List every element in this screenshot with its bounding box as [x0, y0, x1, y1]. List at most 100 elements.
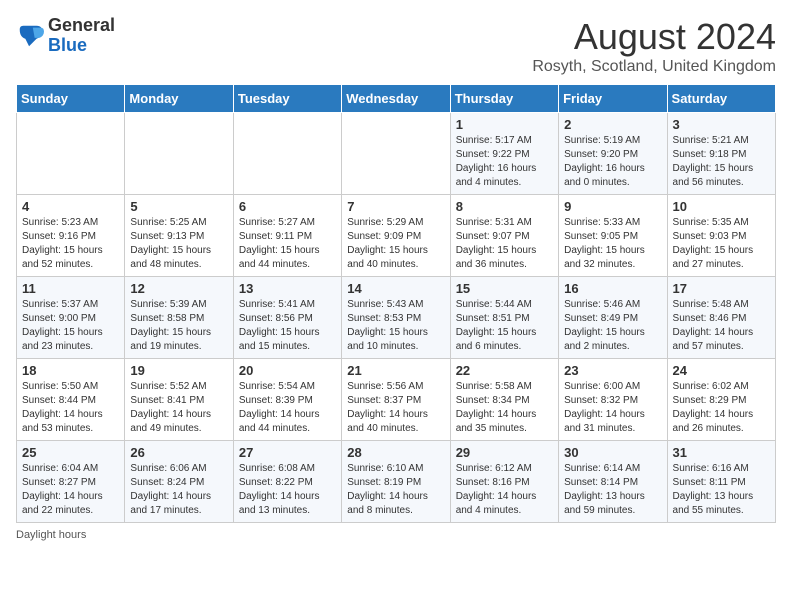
day-info: Sunrise: 5:27 AM Sunset: 9:11 PM Dayligh…: [239, 216, 336, 272]
day-info: Sunrise: 5:52 AM Sunset: 8:41 PM Dayligh…: [130, 380, 227, 436]
day-number: 23: [564, 363, 661, 378]
day-info: Sunrise: 6:02 AM Sunset: 8:29 PM Dayligh…: [673, 380, 770, 436]
calendar-cell: 11 Sunrise: 5:37 AM Sunset: 9:00 PM Dayli…: [17, 277, 125, 359]
calendar-header-row: SundayMondayTuesdayWednesdayThursdayFrid…: [17, 85, 776, 113]
day-number: 20: [239, 363, 336, 378]
calendar-cell: 4 Sunrise: 5:23 AM Sunset: 9:16 PM Daylig…: [17, 195, 125, 277]
day-info: Sunrise: 5:50 AM Sunset: 8:44 PM Dayligh…: [22, 380, 119, 436]
day-info: Sunrise: 6:06 AM Sunset: 8:24 PM Dayligh…: [130, 462, 227, 518]
day-number: 1: [456, 117, 553, 132]
day-number: 10: [673, 199, 770, 214]
calendar-cell: 9 Sunrise: 5:33 AM Sunset: 9:05 PM Daylig…: [559, 195, 667, 277]
calendar-week-row: 11 Sunrise: 5:37 AM Sunset: 9:00 PM Dayli…: [17, 277, 776, 359]
day-number: 27: [239, 445, 336, 460]
day-info: Sunrise: 5:39 AM Sunset: 8:58 PM Dayligh…: [130, 298, 227, 354]
day-info: Sunrise: 5:44 AM Sunset: 8:51 PM Dayligh…: [456, 298, 553, 354]
day-info: Sunrise: 5:31 AM Sunset: 9:07 PM Dayligh…: [456, 216, 553, 272]
day-number: 12: [130, 281, 227, 296]
calendar-week-row: 18 Sunrise: 5:50 AM Sunset: 8:44 PM Dayli…: [17, 359, 776, 441]
calendar-week-row: 4 Sunrise: 5:23 AM Sunset: 9:16 PM Daylig…: [17, 195, 776, 277]
calendar-cell: 12 Sunrise: 5:39 AM Sunset: 8:58 PM Dayli…: [125, 277, 233, 359]
day-info: Sunrise: 5:56 AM Sunset: 8:37 PM Dayligh…: [347, 380, 444, 436]
day-number: 3: [673, 117, 770, 132]
day-number: 31: [673, 445, 770, 460]
day-info: Sunrise: 5:35 AM Sunset: 9:03 PM Dayligh…: [673, 216, 770, 272]
day-number: 19: [130, 363, 227, 378]
calendar-cell: 15 Sunrise: 5:44 AM Sunset: 8:51 PM Dayli…: [450, 277, 558, 359]
calendar-cell: 25Sunrise: 6:04 AM Sunset: 8:27 PM Dayli…: [17, 441, 125, 523]
logo-icon: [16, 22, 44, 50]
calendar-cell: 7 Sunrise: 5:29 AM Sunset: 9:09 PM Daylig…: [342, 195, 450, 277]
calendar-cell: [233, 113, 341, 195]
calendar-cell: 21 Sunrise: 5:56 AM Sunset: 8:37 PM Dayli…: [342, 359, 450, 441]
day-number: 15: [456, 281, 553, 296]
day-info: Sunrise: 5:43 AM Sunset: 8:53 PM Dayligh…: [347, 298, 444, 354]
day-info: Sunrise: 6:12 AM Sunset: 8:16 PM Dayligh…: [456, 462, 553, 518]
calendar-cell: 3Sunrise: 5:21 AM Sunset: 9:18 PM Daylig…: [667, 113, 775, 195]
calendar-cell: 17 Sunrise: 5:48 AM Sunset: 8:46 PM Dayli…: [667, 277, 775, 359]
day-number: 4: [22, 199, 119, 214]
calendar-cell: 29 Sunrise: 6:12 AM Sunset: 8:16 PM Dayli…: [450, 441, 558, 523]
calendar-week-row: 1 Sunrise: 5:17 AM Sunset: 9:22 PM Daylig…: [17, 113, 776, 195]
day-number: 16: [564, 281, 661, 296]
day-header-sunday: Sunday: [17, 85, 125, 113]
day-number: 9: [564, 199, 661, 214]
calendar-cell: 14 Sunrise: 5:43 AM Sunset: 8:53 PM Dayli…: [342, 277, 450, 359]
day-number: 14: [347, 281, 444, 296]
calendar-cell: 13Sunrise: 5:41 AM Sunset: 8:56 PM Dayli…: [233, 277, 341, 359]
day-number: 7: [347, 199, 444, 214]
day-number: 26: [130, 445, 227, 460]
calendar-cell: [17, 113, 125, 195]
calendar-title: August 2024: [532, 16, 776, 58]
day-number: 22: [456, 363, 553, 378]
day-info: Sunrise: 5:19 AM Sunset: 9:20 PM Dayligh…: [564, 134, 661, 190]
day-number: 2: [564, 117, 661, 132]
calendar-cell: 26 Sunrise: 6:06 AM Sunset: 8:24 PM Dayli…: [125, 441, 233, 523]
day-info: Sunrise: 6:10 AM Sunset: 8:19 PM Dayligh…: [347, 462, 444, 518]
day-header-tuesday: Tuesday: [233, 85, 341, 113]
day-number: 25: [22, 445, 119, 460]
calendar-cell: 16 Sunrise: 5:46 AM Sunset: 8:49 PM Dayli…: [559, 277, 667, 359]
calendar-table: SundayMondayTuesdayWednesdayThursdayFrid…: [16, 84, 776, 523]
day-info: Sunrise: 5:33 AM Sunset: 9:05 PM Dayligh…: [564, 216, 661, 272]
footer: Daylight hours: [16, 529, 776, 541]
day-number: 18: [22, 363, 119, 378]
calendar-cell: 22 Sunrise: 5:58 AM Sunset: 8:34 PM Dayli…: [450, 359, 558, 441]
day-info: Sunrise: 5:48 AM Sunset: 8:46 PM Dayligh…: [673, 298, 770, 354]
logo-blue-text: Blue: [48, 35, 87, 55]
calendar-cell: 30 Sunrise: 6:14 AM Sunset: 8:14 PM Dayli…: [559, 441, 667, 523]
day-number: 30: [564, 445, 661, 460]
day-info: Sunrise: 5:23 AM Sunset: 9:16 PM Dayligh…: [22, 216, 119, 272]
day-info: Sunrise: 5:17 AM Sunset: 9:22 PM Dayligh…: [456, 134, 553, 190]
calendar-cell: 24Sunrise: 6:02 AM Sunset: 8:29 PM Dayli…: [667, 359, 775, 441]
day-info: Sunrise: 6:08 AM Sunset: 8:22 PM Dayligh…: [239, 462, 336, 518]
day-number: 29: [456, 445, 553, 460]
calendar-cell: 20 Sunrise: 5:54 AM Sunset: 8:39 PM Dayli…: [233, 359, 341, 441]
day-info: Sunrise: 5:29 AM Sunset: 9:09 PM Dayligh…: [347, 216, 444, 272]
calendar-cell: 6 Sunrise: 5:27 AM Sunset: 9:11 PM Daylig…: [233, 195, 341, 277]
calendar-cell: 18 Sunrise: 5:50 AM Sunset: 8:44 PM Dayli…: [17, 359, 125, 441]
day-header-monday: Monday: [125, 85, 233, 113]
calendar-week-row: 25Sunrise: 6:04 AM Sunset: 8:27 PM Dayli…: [17, 441, 776, 523]
day-number: 13: [239, 281, 336, 296]
day-info: Sunrise: 5:54 AM Sunset: 8:39 PM Dayligh…: [239, 380, 336, 436]
day-number: 5: [130, 199, 227, 214]
day-info: Sunrise: 5:37 AM Sunset: 9:00 PM Dayligh…: [22, 298, 119, 354]
day-header-wednesday: Wednesday: [342, 85, 450, 113]
calendar-cell: 19 Sunrise: 5:52 AM Sunset: 8:41 PM Dayli…: [125, 359, 233, 441]
day-number: 17: [673, 281, 770, 296]
day-number: 28: [347, 445, 444, 460]
day-number: 6: [239, 199, 336, 214]
day-number: 11: [22, 281, 119, 296]
day-info: Sunrise: 5:46 AM Sunset: 8:49 PM Dayligh…: [564, 298, 661, 354]
day-number: 8: [456, 199, 553, 214]
day-info: Sunrise: 6:14 AM Sunset: 8:14 PM Dayligh…: [564, 462, 661, 518]
day-info: Sunrise: 6:00 AM Sunset: 8:32 PM Dayligh…: [564, 380, 661, 436]
calendar-cell: [125, 113, 233, 195]
calendar-cell: 5Sunrise: 5:25 AM Sunset: 9:13 PM Daylig…: [125, 195, 233, 277]
day-info: Sunrise: 5:58 AM Sunset: 8:34 PM Dayligh…: [456, 380, 553, 436]
day-number: 21: [347, 363, 444, 378]
calendar-cell: [342, 113, 450, 195]
day-header-saturday: Saturday: [667, 85, 775, 113]
calendar-cell: 28 Sunrise: 6:10 AM Sunset: 8:19 PM Dayli…: [342, 441, 450, 523]
